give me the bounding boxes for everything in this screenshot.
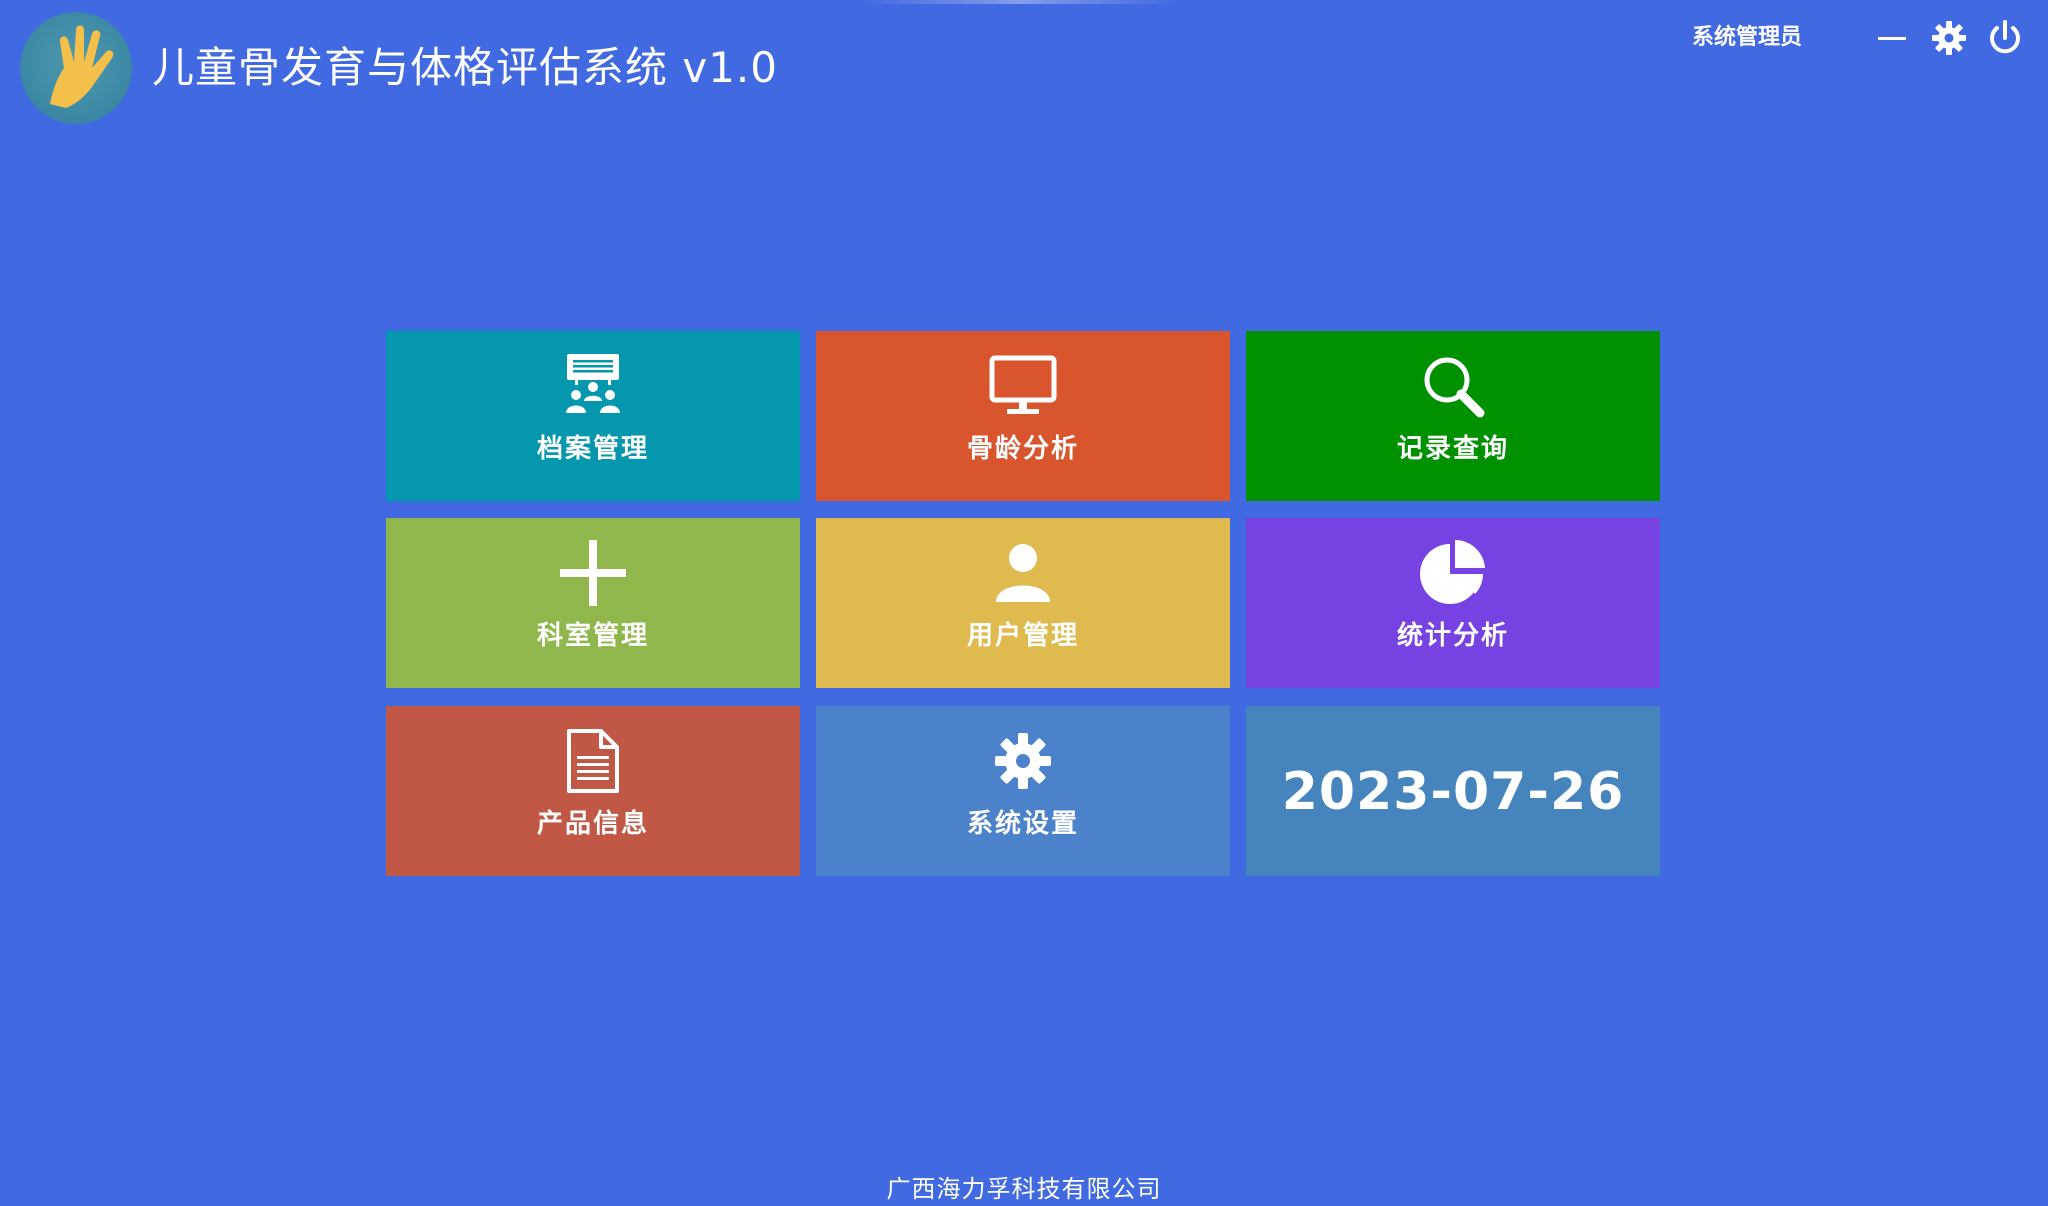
document-icon [567,729,619,793]
minimize-icon [1878,37,1906,40]
statistics-analysis-tile[interactable]: 统计分析 [1246,518,1660,688]
record-query-tile[interactable]: 记录查询 [1246,331,1660,501]
department-management-tile[interactable]: 科室管理 [386,518,800,688]
hand-logo-icon [20,12,132,124]
user-management-label: 用户管理 [966,621,1079,651]
archive-management-tile[interactable]: 档案管理 [386,331,800,501]
current-date-tile: 2023-07-26 [1246,706,1660,876]
bone-age-analysis-tile[interactable]: 骨龄分析 [816,331,1230,501]
archive-management-label: 档案管理 [536,434,649,464]
system-settings-tile[interactable]: 系统设置 [816,706,1230,876]
user-management-tile[interactable]: 用户管理 [816,518,1230,688]
product-info-label: 产品信息 [536,809,649,839]
function-tile-grid: 档案管理 骨龄分析 记录查询 科室管理 用户管理 统计分析 产品信息 系统设置 … [386,331,1661,876]
search-icon [1424,357,1485,418]
system-settings-label: 系统设置 [966,809,1079,839]
user-icon [996,544,1050,602]
monitor-icon [989,355,1057,414]
app-title: 儿童骨发育与体格评估系统 v1.0 [152,43,779,92]
company-footer: 广西海力孚科技有限公司 [886,1175,1162,1203]
statistics-analysis-label: 统计分析 [1396,621,1509,651]
bone-age-analysis-label: 骨龄分析 [966,434,1079,464]
current-user-label: 系统管理员 [1692,25,1803,50]
product-info-tile[interactable]: 产品信息 [386,706,800,876]
current-date: 2023-07-26 [1281,762,1625,822]
pie-chart-icon [1420,539,1485,604]
gear-icon [995,733,1051,789]
record-query-label: 记录查询 [1396,434,1509,464]
department-management-label: 科室管理 [536,621,649,651]
top-edge-highlight [860,0,1180,4]
settings-button[interactable] [1927,16,1971,60]
main-window: 儿童骨发育与体格评估系统 v1.0 系统管理员 档案管理 骨龄分析 记录查询 科… [0,0,2048,1206]
power-icon [1990,20,2020,54]
minimize-button[interactable] [1870,16,1914,60]
group-presentation-icon [566,354,620,413]
power-button[interactable] [1983,16,2027,60]
plus-icon [560,540,626,606]
gear-icon [1932,21,1966,55]
